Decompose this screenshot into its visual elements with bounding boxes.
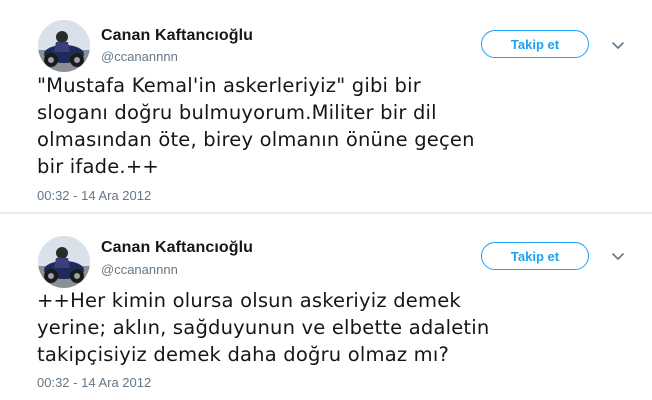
author-handle[interactable]: @ccanannnn	[101, 262, 178, 277]
tweet-screenshot: Canan Kaftancıoğlu @ccanannnn Takip et "…	[0, 0, 652, 400]
author-handle[interactable]: @ccanannnn	[101, 49, 178, 64]
author-name[interactable]: Canan Kaftancıoğlu	[101, 239, 253, 257]
tweet-timestamp[interactable]: 00:32 - 14 Ara 2012	[37, 375, 151, 390]
avatar-image	[38, 236, 90, 288]
tweet-card: Canan Kaftancıoğlu @ccanannnn Takip et +…	[0, 214, 652, 400]
avatar[interactable]	[38, 236, 90, 288]
avatar[interactable]	[38, 20, 90, 72]
tweet-card: Canan Kaftancıoğlu @ccanannnn Takip et "…	[0, 0, 652, 214]
follow-button[interactable]: Takip et	[481, 242, 589, 270]
tweet-timestamp[interactable]: 00:32 - 14 Ara 2012	[37, 188, 151, 203]
author-name[interactable]: Canan Kaftancıoğlu	[101, 27, 253, 45]
avatar-image	[38, 20, 90, 72]
follow-button[interactable]: Takip et	[481, 30, 589, 58]
tweet-text: ++Her kimin olursa olsun askeriyiz demek…	[37, 289, 490, 366]
chevron-down-icon[interactable]	[610, 37, 626, 53]
chevron-down-icon[interactable]	[610, 248, 626, 264]
tweet-text: "Mustafa Kemal'in askerleriyiz" gibi bir…	[37, 74, 475, 178]
